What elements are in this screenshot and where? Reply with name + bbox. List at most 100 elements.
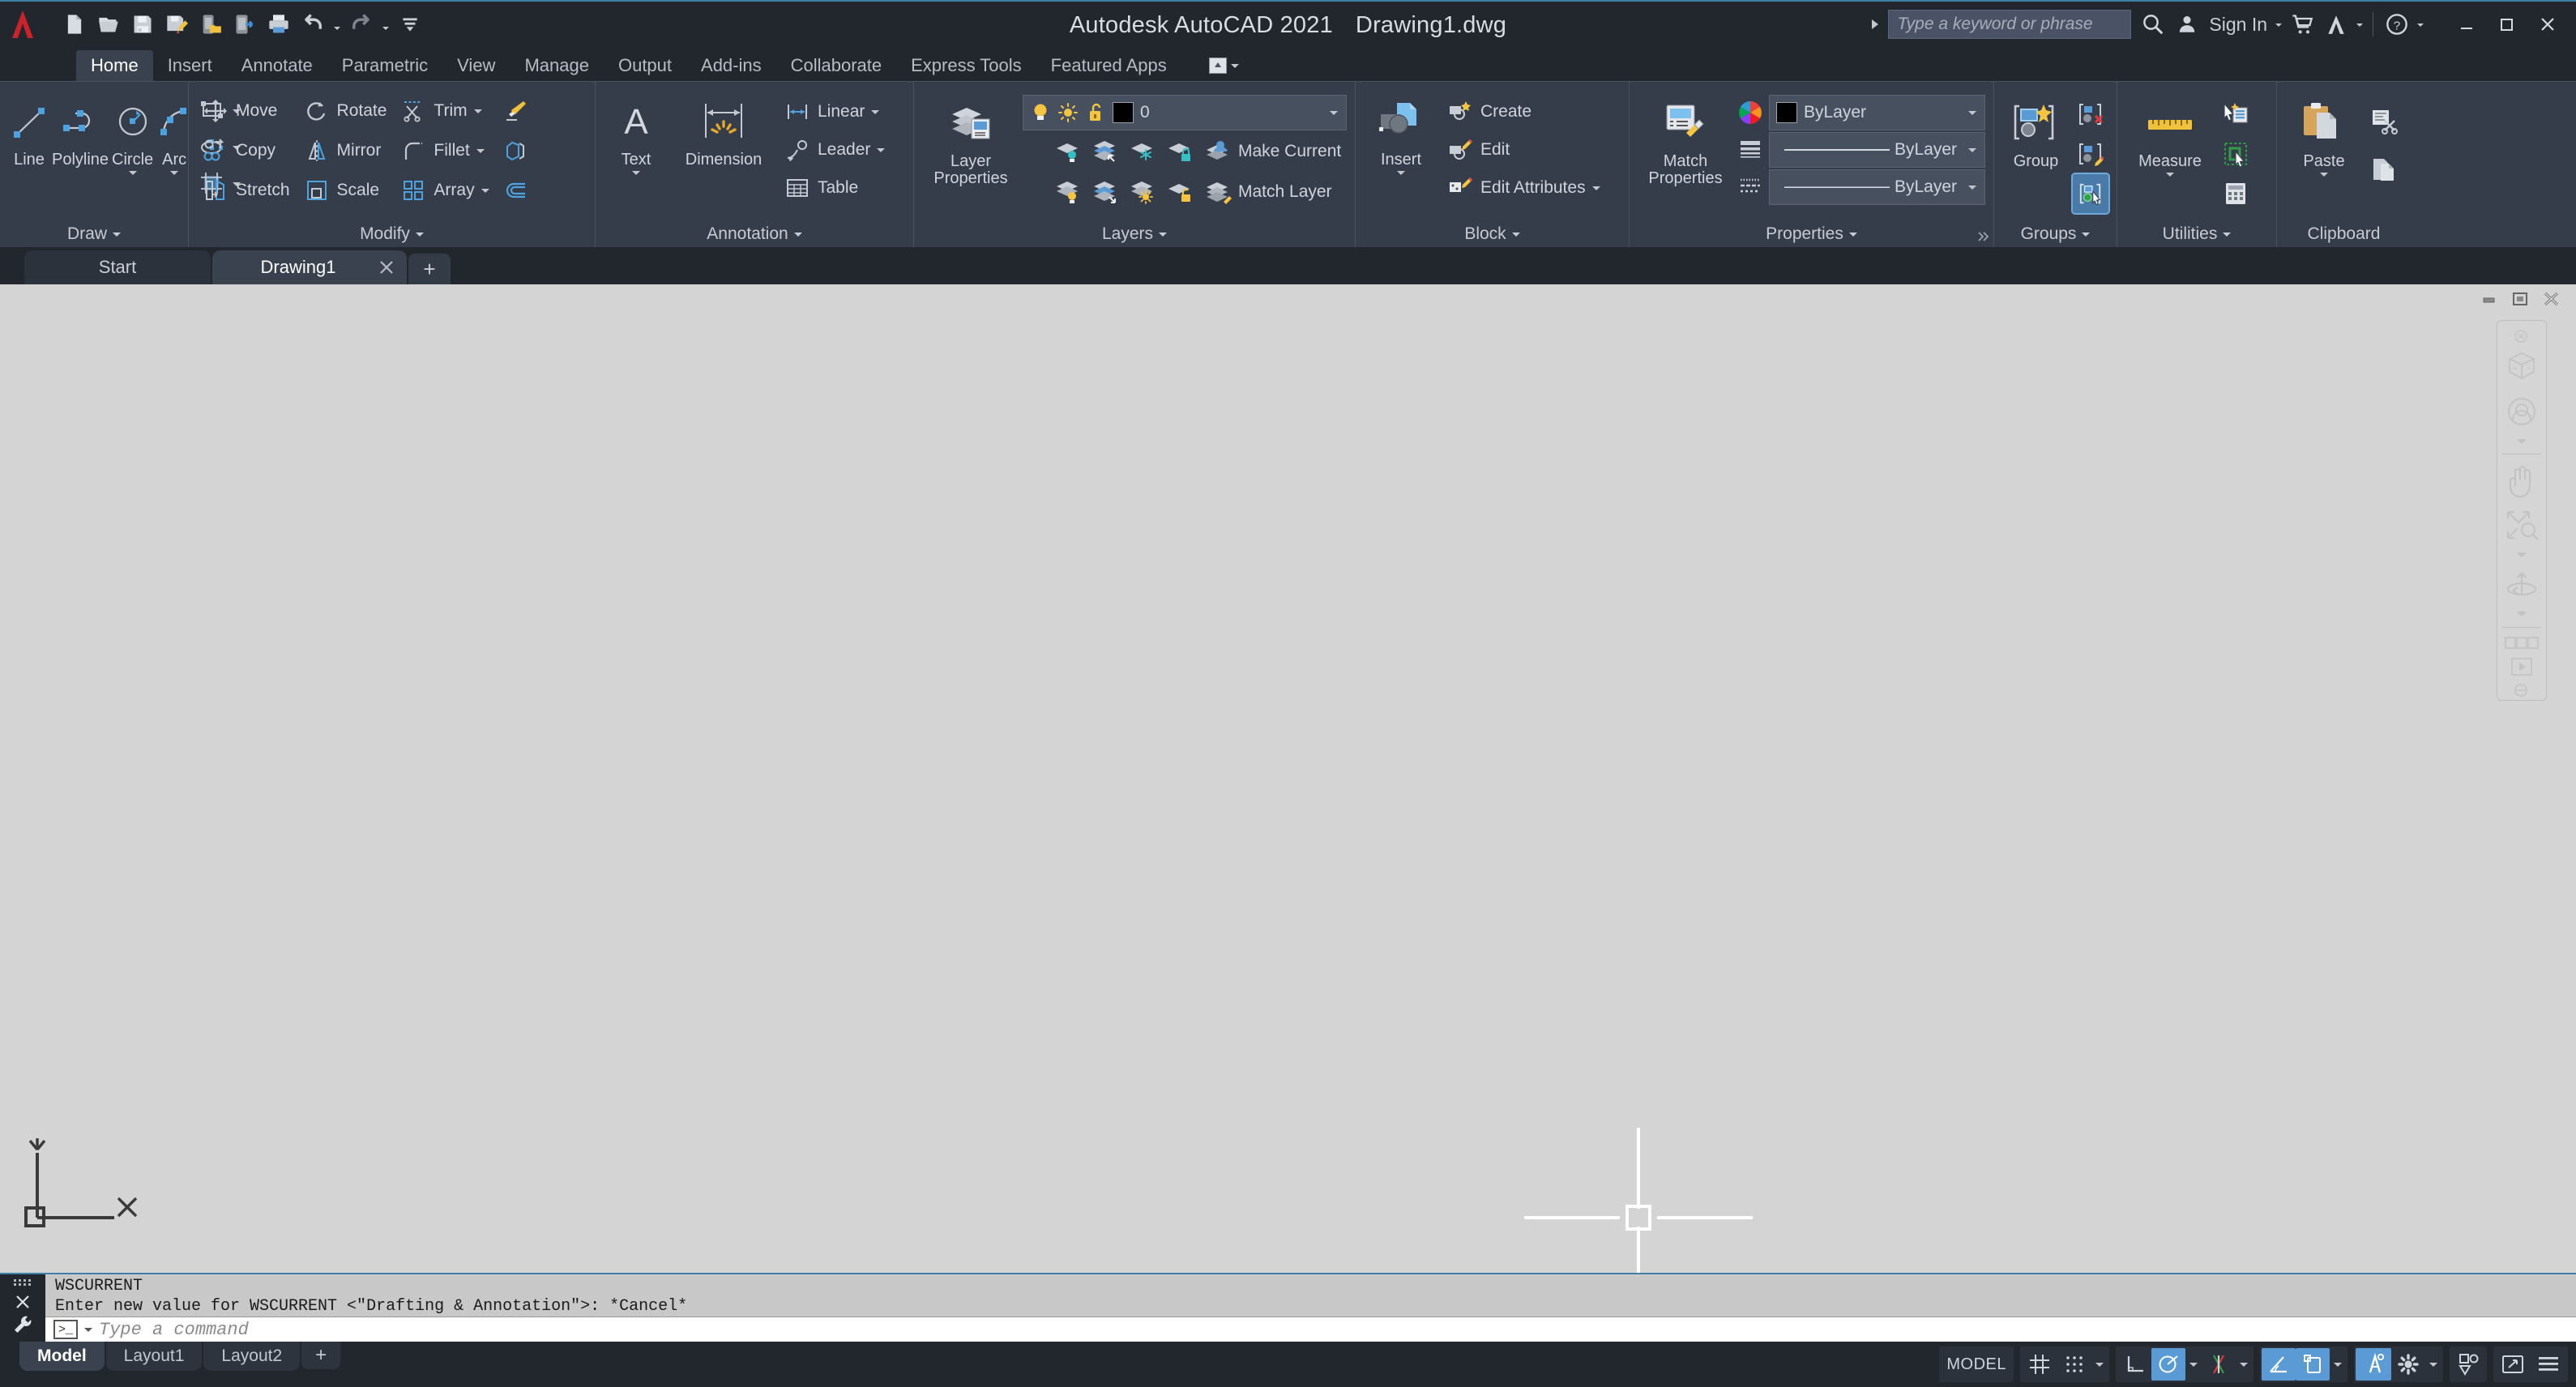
viewport-minimize-icon[interactable] (2480, 291, 2500, 307)
layer-unlock-icon[interactable] (1085, 99, 1106, 126)
navbar-close-icon[interactable] (2501, 327, 2546, 345)
modify-array-button[interactable]: Array (395, 171, 493, 210)
new-tab-button[interactable]: + (408, 254, 451, 284)
orbit-icon[interactable] (2499, 564, 2544, 605)
annotation-settings-caret-icon[interactable] (2425, 1348, 2441, 1381)
block-edit-attributes-button[interactable]: Edit Attributes (1442, 169, 1605, 207)
tab-view[interactable]: View (442, 50, 510, 81)
object-color-combo[interactable]: ByLayer (1769, 95, 1985, 130)
tab-insert[interactable]: Insert (153, 50, 227, 81)
lineweight-combo[interactable]: ByLayer (1769, 132, 1985, 168)
navbar-customize-icon[interactable] (2501, 680, 2546, 700)
modify-offset-button[interactable] (498, 171, 533, 210)
annotation-text-button[interactable]: A Text (604, 92, 669, 178)
modify-explode-button[interactable] (498, 131, 533, 170)
layer-on-button[interactable] (1050, 173, 1086, 211)
tab-express-tools[interactable]: Express Tools (896, 50, 1036, 81)
block-edit-button[interactable]: Edit (1442, 131, 1605, 169)
tab-collaborate[interactable]: Collaborate (776, 50, 897, 81)
utilities-measure-button[interactable]: Measure (2125, 93, 2215, 180)
customize-qat-icon[interactable] (394, 6, 426, 43)
annotation-dimension-button[interactable]: Dimension (672, 92, 775, 172)
autodesk-app-caret-icon[interactable] (2353, 6, 2366, 43)
block-create-button[interactable]: Create (1442, 93, 1605, 130)
layer-off-button[interactable] (1050, 132, 1086, 171)
modify-erase-button[interactable] (498, 92, 533, 130)
insert-dropdown-caret-icon[interactable] (1397, 171, 1405, 175)
isometric-drafting-toggle[interactable] (2202, 1348, 2236, 1381)
full-navigation-wheel-icon[interactable] (2499, 390, 2544, 433)
modify-copy-button[interactable]: Copy (197, 131, 295, 170)
minimize-window-button[interactable] (2446, 6, 2487, 43)
undo-dropdown-caret[interactable] (331, 6, 344, 43)
modify-mirror-button[interactable]: Mirror (298, 131, 392, 170)
close-window-button[interactable] (2527, 6, 2568, 43)
layer-match-layer-button[interactable]: Match Layer (1199, 174, 1337, 210)
leader-dropdown-caret-icon[interactable] (877, 147, 886, 152)
orbit-dropdown-caret-icon[interactable] (2499, 607, 2544, 621)
tab-home[interactable]: Home (76, 50, 153, 81)
current-layer-caret-icon[interactable] (1325, 110, 1343, 115)
command-options-caret-icon[interactable] (84, 1327, 92, 1332)
text-dropdown-caret-icon[interactable] (632, 171, 640, 175)
group-selection-toggle-button[interactable] (2071, 173, 2110, 215)
modify-scale-button[interactable]: Scale (298, 171, 392, 210)
modify-stretch-button[interactable]: Stretch (197, 171, 295, 210)
ribbon-display-options-button[interactable] (1208, 50, 1239, 81)
layout-tab-layout1[interactable]: Layout1 (105, 1342, 203, 1371)
polar-tracking-toggle[interactable] (2151, 1348, 2185, 1381)
tab-output[interactable]: Output (604, 50, 686, 81)
draw-circle-button[interactable]: Circle (110, 92, 155, 178)
layer-unlock-button[interactable] (1162, 173, 1198, 211)
match-properties-button[interactable]: Match Properties (1638, 93, 1733, 190)
object-snap-toggle[interactable] (2296, 1348, 2330, 1381)
linear-dropdown-caret-icon[interactable] (871, 109, 880, 114)
restore-window-button[interactable] (2487, 6, 2527, 43)
snap-settings-caret-icon[interactable] (2091, 1348, 2108, 1381)
panel-title-annotation[interactable]: Annotation (596, 221, 913, 247)
groups-group-button[interactable]: Group (2002, 93, 2070, 173)
modify-fillet-button[interactable]: Fillet (395, 131, 493, 170)
redo-dropdown-caret[interactable] (379, 6, 392, 43)
viewcube-icon[interactable] (2499, 347, 2544, 388)
panel-title-clipboard[interactable]: Clipboard (2277, 221, 2411, 247)
layer-make-current-button[interactable]: Make Current (1199, 134, 1346, 169)
zoom-dropdown-caret-icon[interactable] (2499, 548, 2544, 562)
snap-mode-toggle[interactable] (2057, 1348, 2091, 1381)
close-tab-icon[interactable] (378, 258, 395, 276)
showmotion-frames-icon[interactable] (2499, 632, 2544, 654)
properties-panel-expand-icon[interactable] (1976, 229, 1990, 244)
layer-on-bulb-icon[interactable] (1030, 99, 1051, 126)
panel-title-block[interactable]: Block (1356, 221, 1629, 247)
help-search-box[interactable] (1888, 10, 2132, 39)
zoom-extents-icon[interactable] (2499, 504, 2544, 545)
ungroup-button[interactable] (2073, 95, 2108, 134)
block-insert-button[interactable]: Insert (1364, 92, 1438, 178)
search-expand-arrow-icon[interactable] (1872, 19, 1879, 29)
polar-settings-caret-icon[interactable] (2185, 1348, 2202, 1381)
command-input[interactable] (99, 1319, 2568, 1340)
command-line-drag-handle-icon[interactable] (12, 1278, 33, 1289)
select-similar-button[interactable] (2218, 134, 2253, 173)
group-edit-button[interactable] (2073, 134, 2108, 173)
file-tab-drawing1[interactable]: Drawing1 (212, 250, 407, 284)
layer-isolate-button[interactable] (1087, 132, 1123, 171)
circle-dropdown-caret-icon[interactable] (128, 171, 137, 175)
layer-freeze-button[interactable] (1125, 132, 1160, 171)
modify-move-button[interactable]: Move (197, 92, 295, 130)
grid-display-toggle[interactable] (2022, 1348, 2057, 1381)
quick-calculator-button[interactable] (2218, 174, 2253, 213)
annotation-settings-button[interactable] (2391, 1348, 2425, 1381)
object-color-wheel-icon[interactable] (1737, 99, 1764, 126)
autodesk-store-cart-icon[interactable] (2285, 6, 2319, 43)
isolate-objects-toggle[interactable] (2451, 1348, 2485, 1381)
command-input-row[interactable]: >_ (45, 1317, 2576, 1342)
plot-icon[interactable] (263, 6, 295, 43)
tab-manage[interactable]: Manage (510, 50, 604, 81)
draw-polyline-button[interactable]: Polyline (50, 92, 110, 172)
file-tab-start[interactable]: Start (24, 250, 211, 284)
tab-featured-apps[interactable]: Featured Apps (1036, 50, 1181, 81)
showmotion-play-icon[interactable] (2499, 655, 2544, 678)
viewport-close-icon[interactable] (2542, 291, 2561, 307)
panel-title-modify[interactable]: Modify (189, 221, 595, 247)
